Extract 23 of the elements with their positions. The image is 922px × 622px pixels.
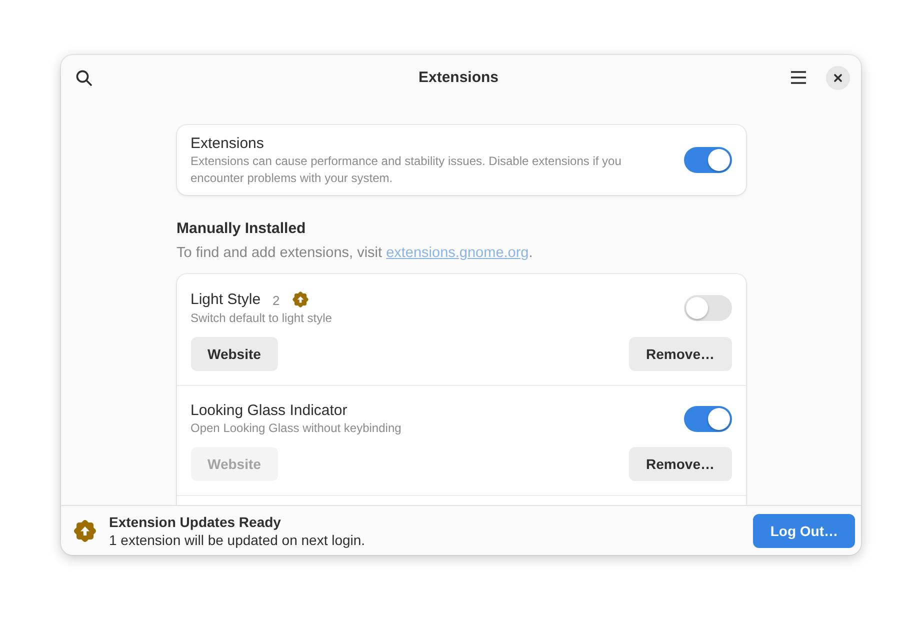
extension-description: Open Looking Glass without keybinding: [190, 420, 402, 437]
extension-name: Looking Glass Indicator: [190, 401, 348, 420]
extension-name: Light Style: [190, 290, 261, 309]
toggle-switch[interactable]: [684, 406, 732, 432]
version-number: 2: [272, 292, 280, 310]
banner-title: Extension Updates Ready: [109, 512, 282, 530]
hint-text: To find and add extensions, visit extensions.gnome.org.: [176, 244, 534, 263]
close-icon: [834, 74, 842, 82]
search-icon: [76, 70, 92, 86]
close-button[interactable]: [826, 66, 850, 90]
row-title: Extensions: [190, 134, 265, 152]
extension-description: Switch default to light style: [190, 310, 332, 327]
banner-message: 1 extension will be updated on next login.: [109, 530, 366, 548]
menu-icon: [790, 71, 806, 84]
row-description: Extensions can cause performance and stability issues. Disable extensions if you encounter problems with your system.: [190, 152, 622, 186]
section-heading: Manually Installed: [176, 219, 307, 238]
website-button[interactable]: Website: [190, 337, 278, 371]
remove-button[interactable]: Remove…: [629, 337, 732, 371]
toggle-switch[interactable]: [684, 147, 732, 173]
toggle-switch[interactable]: [684, 295, 732, 321]
log-out-button[interactable]: Log Out…: [753, 514, 855, 548]
window-title: Extensions: [418, 69, 499, 86]
remove-button[interactable]: Remove…: [629, 447, 732, 481]
